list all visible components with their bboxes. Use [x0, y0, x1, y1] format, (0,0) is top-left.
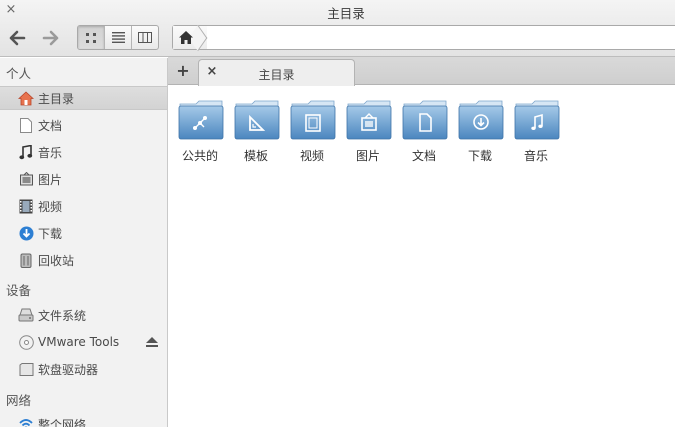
- folder-icon: [234, 100, 280, 140]
- picture-icon: [18, 171, 34, 187]
- folder-item[interactable]: 图片: [342, 100, 394, 164]
- arrow-right-icon: [42, 30, 59, 46]
- sidebar-item-label: 文件系统: [38, 308, 87, 323]
- section-header-network: 网络: [6, 393, 32, 408]
- sidebar-item-downloads[interactable]: 下载: [0, 221, 167, 245]
- sidebar-item-filesystem[interactable]: 文件系统: [0, 303, 167, 327]
- icon-view-button[interactable]: [78, 26, 105, 49]
- tab-label: 主目录: [258, 68, 295, 82]
- sidebar-item-entire-network[interactable]: 整个网络: [0, 412, 167, 427]
- back-button[interactable]: [4, 26, 30, 50]
- sidebar-item-label: 音乐: [38, 145, 63, 160]
- sidebar-item-label: 下载: [38, 226, 63, 241]
- folder-icon: [290, 100, 336, 140]
- trash-icon: [18, 252, 34, 268]
- folder-item[interactable]: 公共的: [174, 100, 226, 164]
- folder-item[interactable]: 音乐: [510, 100, 562, 164]
- sidebar-item-pictures[interactable]: 图片: [0, 167, 167, 191]
- sidebar-item-label: 软盘驱动器: [38, 362, 99, 377]
- window-title: 主目录: [327, 6, 365, 21]
- view-mode-switcher: [77, 25, 159, 50]
- sidebar-item-trash[interactable]: 回收站: [0, 248, 167, 272]
- section-header-devices: 设备: [6, 283, 32, 298]
- home-icon: [179, 31, 193, 44]
- new-tab-button[interactable]: +: [174, 61, 192, 81]
- section-header-personal: 个人: [6, 66, 32, 81]
- sidebar-item-label: 文档: [38, 118, 63, 133]
- tab-bar: + × 主目录: [168, 57, 675, 86]
- network-icon: [18, 416, 34, 427]
- columns-icon: [138, 32, 152, 43]
- list-view-button[interactable]: [105, 26, 132, 49]
- folder-icon: [346, 100, 392, 140]
- home-icon: [18, 90, 34, 106]
- sidebar-item-vmware-tools[interactable]: VMware Tools: [0, 330, 167, 354]
- sidebar-item-home[interactable]: 主目录: [0, 86, 167, 110]
- file-view: 公共的 模板 视频 图片 文档 下载音乐: [168, 86, 675, 427]
- sidebar-item-documents[interactable]: 文档: [0, 113, 167, 137]
- forward-button[interactable]: [38, 26, 64, 50]
- window-header: × 主目录: [0, 0, 675, 57]
- sidebar-item-label: 整个网络: [38, 417, 87, 427]
- folder-item[interactable]: 下载: [454, 100, 506, 164]
- path-bar[interactable]: [172, 25, 675, 50]
- eject-icon[interactable]: [145, 335, 159, 349]
- disc-icon: [18, 334, 34, 350]
- document-icon: [18, 117, 34, 133]
- sidebar-item-videos[interactable]: 视频: [0, 194, 167, 218]
- tab-home[interactable]: × 主目录: [198, 59, 355, 86]
- sidebar-item-label: 回收站: [38, 253, 75, 268]
- folder-item[interactable]: 模板: [230, 100, 282, 164]
- folder-icon: [178, 100, 224, 140]
- sidebar: 个人 主目录 文档 音乐 图片 视频 下载 回收站 设备 文件系统 VMware…: [0, 58, 168, 427]
- folder-icon: [514, 100, 560, 140]
- floppy-icon: [18, 361, 34, 377]
- music-icon: [18, 144, 34, 160]
- sidebar-item-label: 图片: [38, 172, 63, 187]
- arrow-left-icon: [9, 30, 26, 46]
- sidebar-item-label: 主目录: [38, 91, 75, 106]
- download-icon: [18, 225, 34, 241]
- folder-item[interactable]: 文档: [398, 100, 450, 164]
- folder-item[interactable]: 视频: [286, 100, 338, 164]
- column-view-button[interactable]: [132, 26, 158, 49]
- sidebar-item-label: VMware Tools: [38, 335, 120, 349]
- breadcrumb-home[interactable]: [173, 26, 207, 49]
- folder-icon: [458, 100, 504, 140]
- sidebar-item-label: 视频: [38, 199, 63, 214]
- list-icon: [111, 32, 125, 43]
- drive-icon: [18, 307, 34, 323]
- grid-icon: [86, 32, 96, 43]
- sidebar-item-floppy[interactable]: 软盘驱动器: [0, 357, 167, 381]
- video-icon: [18, 198, 34, 214]
- folder-label: 音乐: [523, 149, 548, 163]
- sidebar-item-music[interactable]: 音乐: [0, 140, 167, 164]
- folder-icon: [402, 100, 448, 140]
